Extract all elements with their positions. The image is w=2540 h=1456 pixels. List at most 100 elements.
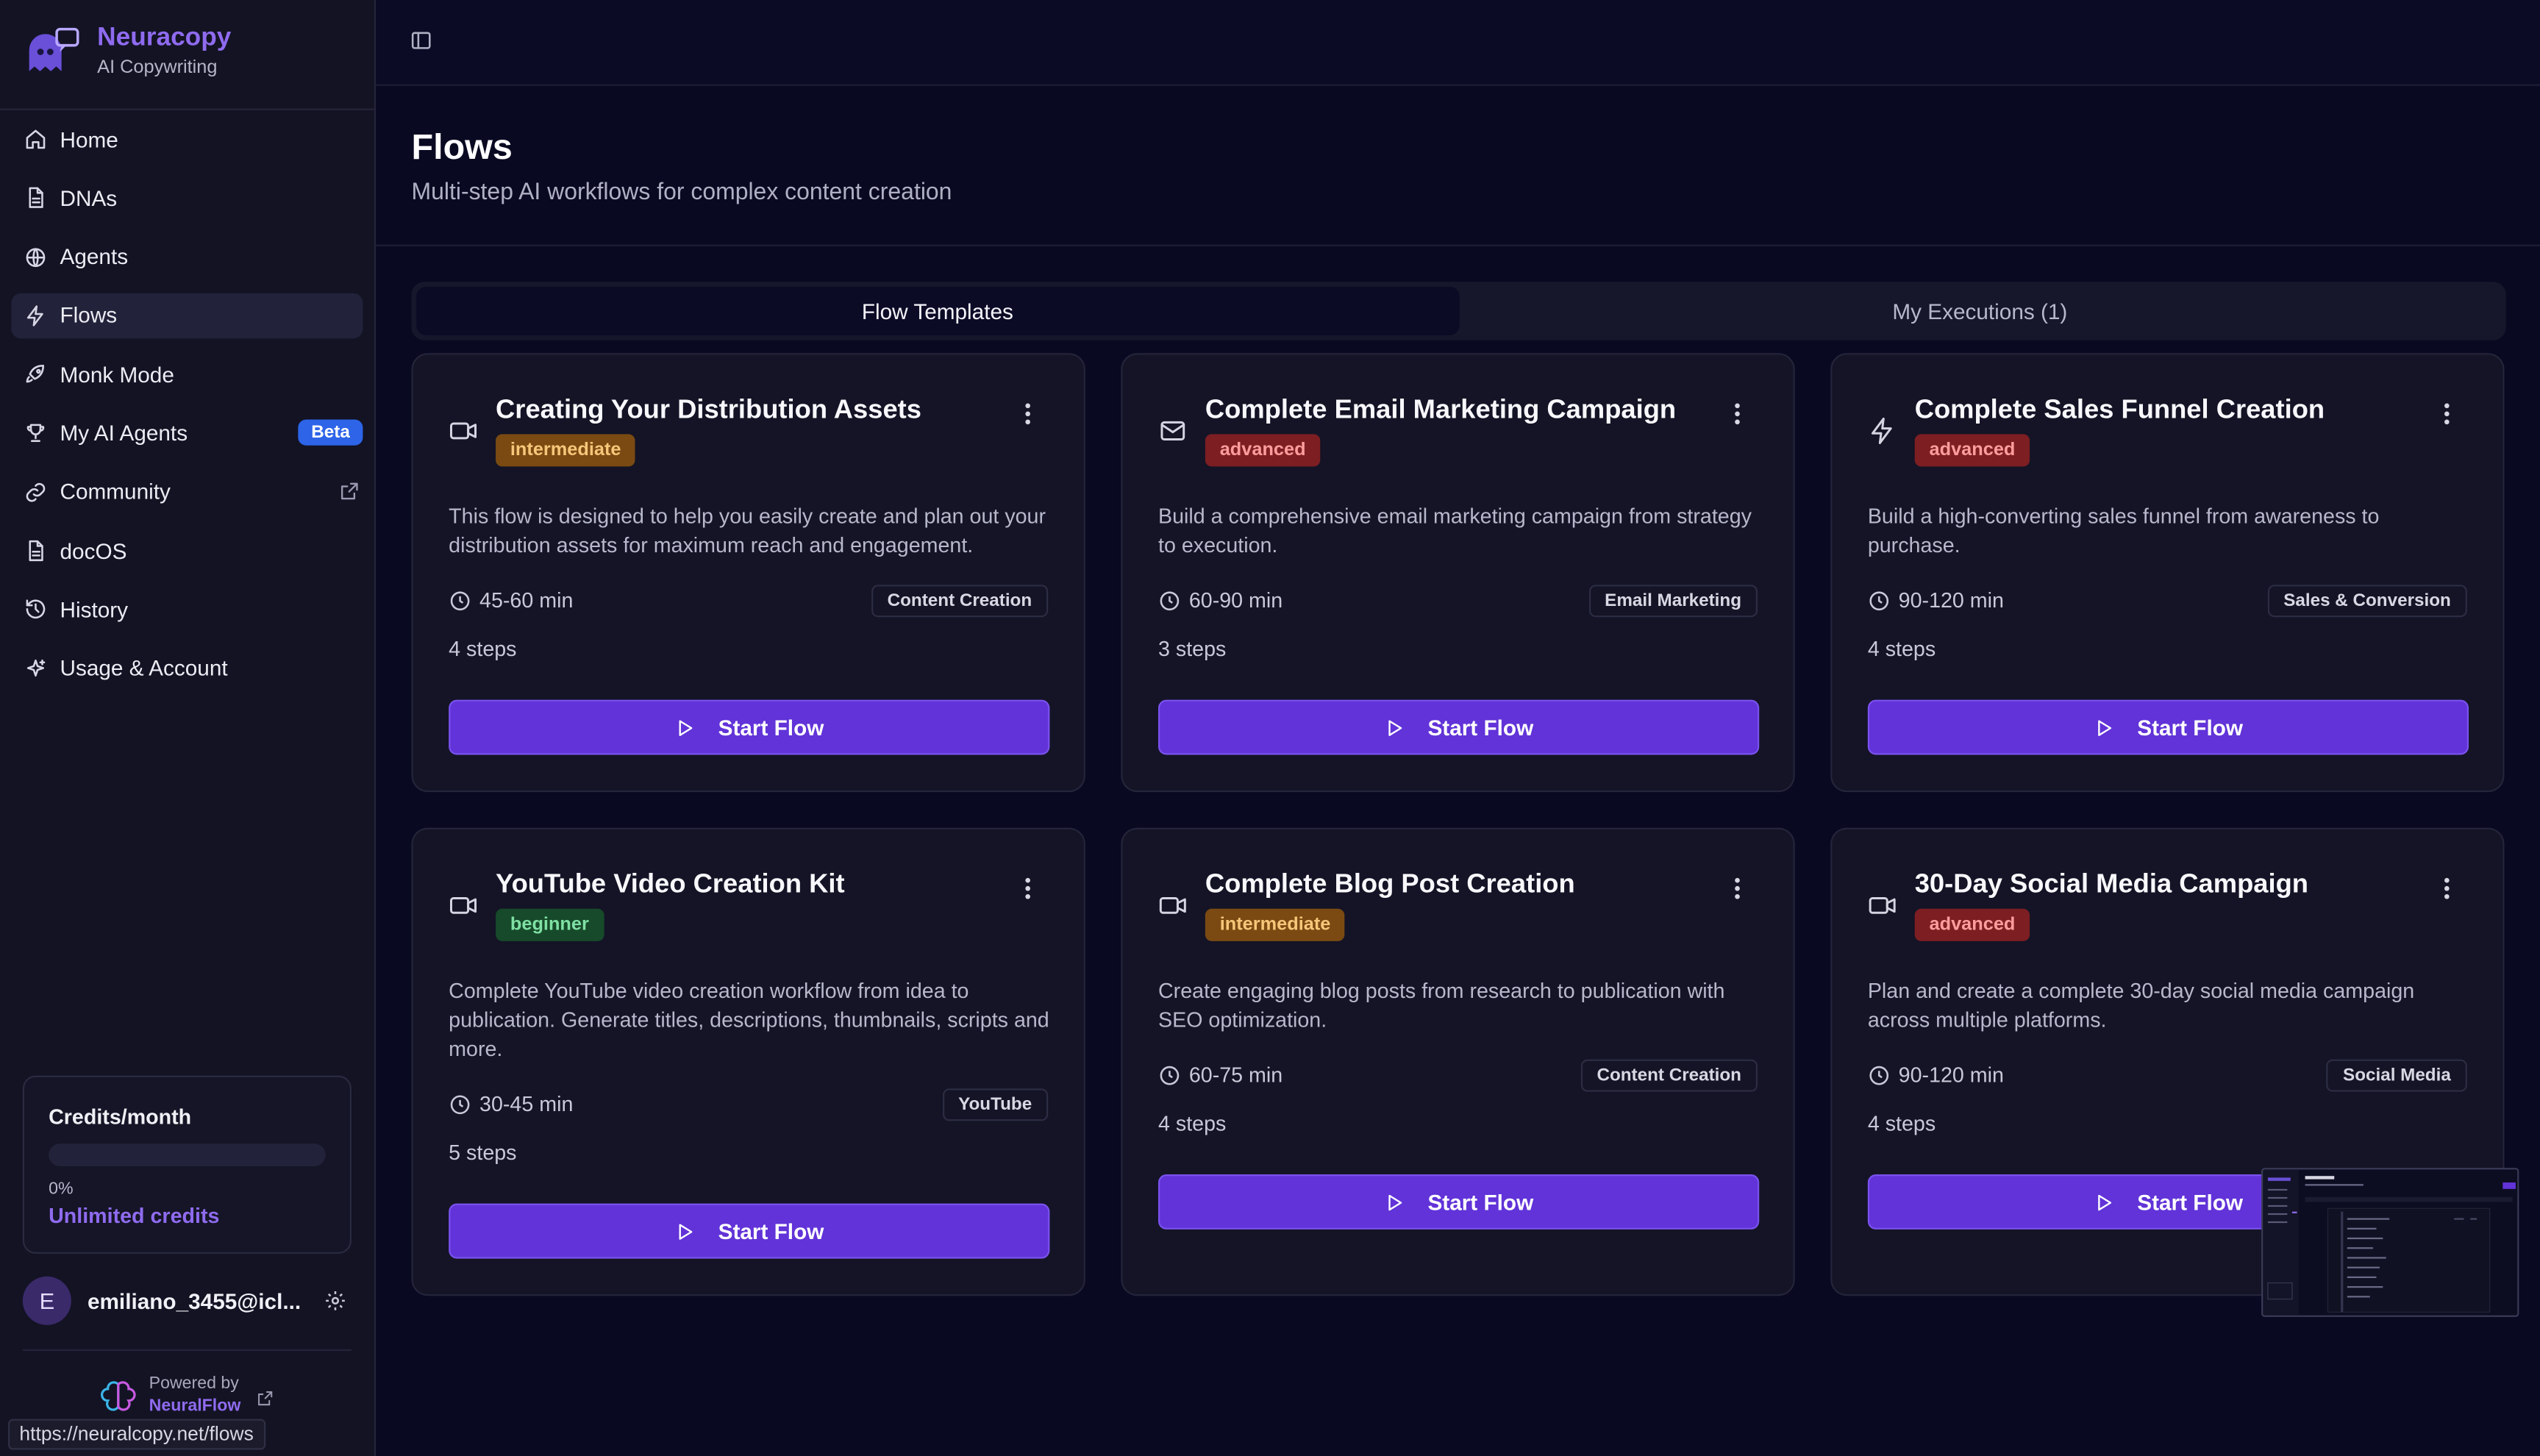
start-flow-button[interactable]: Start Flow [449, 1203, 1050, 1259]
sidebar-item-label: My AI Agents [60, 421, 188, 446]
category-badge: Social Media [2327, 1059, 2467, 1092]
flow-card: Complete Blog Post Creation intermediate… [1121, 827, 1795, 1296]
powered-by-link[interactable]: Powered by NeuralFlow [101, 1374, 273, 1417]
clock-icon [1160, 1065, 1180, 1085]
flow-tabs: Flow Templates My Executions (1) [411, 282, 2506, 340]
flow-title: Complete Blog Post Creation [1205, 869, 1575, 899]
sidebar-item-label: Agents [60, 244, 129, 269]
page-title: Flows [411, 126, 513, 167]
flow-card: Creating Your Distribution Assets interm… [411, 353, 1085, 793]
sidebar-item-my-ai-agents[interactable]: My AI Agents Beta [11, 410, 363, 456]
start-flow-button[interactable]: Start Flow [1867, 699, 2469, 755]
video-icon [449, 416, 478, 446]
duration-label: 60-75 min [1188, 1063, 1283, 1088]
more-options-icon[interactable] [1022, 403, 1032, 426]
start-flow-label: Start Flow [2137, 1189, 2244, 1214]
video-icon [1158, 891, 1188, 921]
top-bar [376, 0, 2540, 86]
divider [0, 108, 374, 110]
play-icon [679, 719, 693, 735]
mail-icon [1158, 416, 1188, 446]
play-icon [679, 1223, 693, 1239]
clock-icon [450, 590, 470, 610]
user-profile[interactable]: E emiliano_3455@icl... [22, 1275, 355, 1327]
ghost-logo-icon [29, 27, 79, 71]
brand-name: Neuracopy [97, 24, 232, 52]
credits-title: Credits/month [49, 1105, 192, 1130]
difficulty-badge: beginner [496, 908, 604, 941]
document-icon [29, 540, 43, 562]
sidebar-item-label: docOS [60, 538, 127, 563]
screenshot-thumbnail[interactable] [2261, 1168, 2519, 1317]
sidebar-item-flows[interactable]: Flows [11, 293, 363, 339]
flow-description: Create engaging blog posts from research… [1158, 978, 1725, 1032]
sidebar-item-label: Flows [60, 303, 118, 328]
brand-subtitle: AI Copywriting [97, 58, 218, 78]
sidebar-item-home[interactable]: Home [11, 117, 363, 163]
sidebar-item-history[interactable]: History [11, 587, 363, 632]
difficulty-badge: advanced [1205, 434, 1321, 467]
tab-my-executions[interactable]: My Executions (1) [1459, 287, 2502, 335]
credits-progress-bar [49, 1143, 326, 1167]
duration: 90-120 min [1868, 588, 2004, 613]
more-options-icon[interactable] [2441, 403, 2451, 426]
steps-count: 3 steps [1158, 636, 1227, 661]
difficulty-badge: advanced [1914, 434, 2030, 467]
start-flow-button[interactable]: Start Flow [1158, 699, 1760, 755]
sidebar-item-dnas[interactable]: DNAs [11, 176, 363, 221]
clock-icon [1869, 1065, 1889, 1085]
tab-flow-templates[interactable]: Flow Templates [416, 286, 1459, 335]
credits-unlimited: Unlimited credits [49, 1203, 220, 1228]
duration-label: 60-90 min [1188, 588, 1283, 613]
flow-title: 30-Day Social Media Campaign [1914, 869, 2308, 899]
flow-title: YouTube Video Creation Kit [496, 869, 845, 899]
gear-icon[interactable] [324, 1289, 347, 1320]
steps-count: 5 steps [449, 1140, 517, 1165]
steps-count: 4 steps [449, 636, 517, 661]
sidebar-item-agents[interactable]: Agents [11, 235, 363, 280]
sidebar-item-label: Home [60, 126, 118, 151]
trophy-icon [26, 424, 45, 443]
divider [22, 1349, 352, 1352]
page-header: Flows Multi-step AI workflows for comple… [376, 86, 2540, 246]
more-options-icon[interactable] [1732, 877, 1741, 901]
sidebar-item-community[interactable]: Community [11, 469, 363, 515]
sidebar-item-monk-mode[interactable]: Monk Mode [11, 351, 363, 397]
more-options-icon[interactable] [1732, 403, 1741, 426]
steps-count: 4 steps [1158, 1111, 1227, 1136]
duration-label: 90-120 min [1898, 588, 2004, 613]
clock-icon [450, 1094, 470, 1114]
status-bar-url: https://neuralcopy.net/flows [8, 1418, 265, 1450]
page-subtitle: Multi-step AI workflows for complex cont… [411, 179, 952, 206]
difficulty-badge: advanced [1914, 908, 2030, 941]
sidebar-item-usage-account[interactable]: Usage & Account [11, 646, 363, 691]
start-flow-button[interactable]: Start Flow [449, 699, 1050, 755]
user-email: emiliano_3455@icl... [87, 1288, 302, 1313]
flow-description: This flow is designed to help you easily… [449, 504, 1046, 557]
start-flow-label: Start Flow [2137, 715, 2244, 740]
start-flow-label: Start Flow [1427, 715, 1534, 740]
category-badge: Content Creation [1580, 1059, 1758, 1092]
more-options-icon[interactable] [2441, 877, 2451, 901]
video-icon [1868, 891, 1897, 921]
category-badge: Email Marketing [1588, 585, 1758, 618]
play-icon [1389, 1193, 1403, 1210]
more-options-icon[interactable] [1022, 877, 1032, 901]
link-icon [26, 482, 46, 502]
flow-card: Complete Sales Funnel Creation advanced … [1830, 353, 2505, 793]
video-icon [449, 891, 478, 921]
sidebar-toggle-icon[interactable] [410, 29, 432, 52]
start-flow-button[interactable]: Start Flow [1158, 1174, 1760, 1230]
duration: 30-45 min [449, 1092, 573, 1116]
duration: 60-90 min [1158, 588, 1283, 613]
globe-icon [26, 247, 46, 267]
steps-count: 4 steps [1867, 636, 1936, 661]
duration: 60-75 min [1158, 1063, 1283, 1087]
brand[interactable]: Neuracopy AI Copywriting [23, 23, 232, 81]
duration-label: 30-45 min [479, 1091, 574, 1116]
history-icon [26, 600, 46, 619]
difficulty-badge: intermediate [1205, 908, 1346, 941]
sidebar-item-docos[interactable]: docOS [11, 528, 363, 574]
play-icon [2098, 1193, 2112, 1210]
category-badge: Sales & Conversion [2267, 585, 2467, 618]
